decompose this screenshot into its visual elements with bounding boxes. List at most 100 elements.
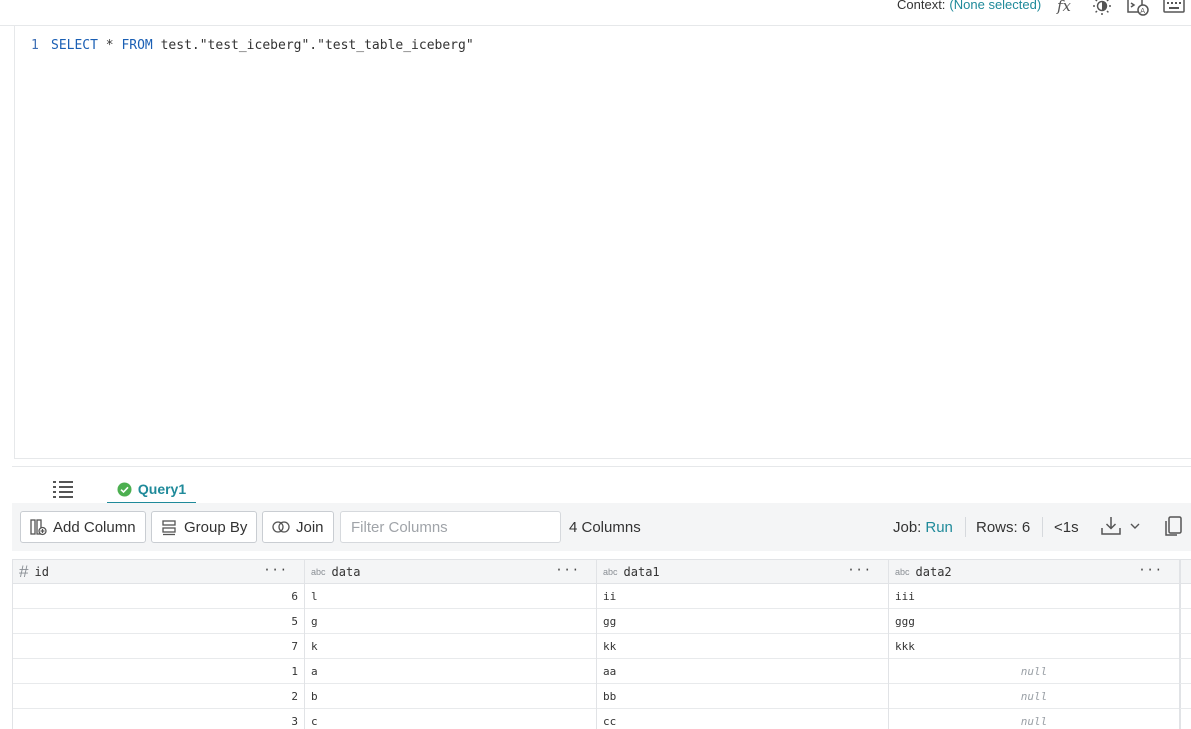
svg-text:A: A (1140, 7, 1145, 15)
add-column-button[interactable]: Add Column (20, 511, 146, 543)
null-value: null (1020, 715, 1048, 728)
rows-label: Rows: (976, 519, 1018, 536)
code-star: * (97, 38, 122, 53)
cell-value: g (311, 615, 318, 628)
cell-value: 6 (291, 590, 298, 603)
table-cell-data2[interactable]: kkk (888, 634, 1180, 659)
table-cell-data2[interactable]: null (888, 709, 1180, 729)
keyword-from: FROM (121, 38, 153, 53)
null-value: null (1020, 665, 1048, 678)
table-row[interactable]: 6 l ii iii (12, 584, 1191, 609)
table-cell-data1[interactable]: ii (596, 584, 888, 609)
copy-button[interactable] (1164, 515, 1184, 540)
join-label: Join (296, 518, 324, 536)
column-menu-icon[interactable]: ··· (1138, 563, 1163, 577)
cell-value: c (311, 715, 318, 728)
job-status: Job: Run (893, 519, 953, 536)
column-header-data1[interactable]: abc data1 ··· (596, 560, 888, 584)
cell-value: cc (603, 715, 617, 728)
context-bar: Context: (None selected) fx A (0, 0, 1191, 26)
panel-splitter[interactable] (12, 466, 1191, 467)
table-row[interactable]: 3 c cc null (12, 709, 1191, 729)
table-row[interactable]: 2 b bb null (12, 684, 1191, 709)
tab-query1[interactable]: Query1 (107, 476, 196, 504)
keyboard-icon[interactable] (1162, 0, 1186, 18)
text-type-icon: abc (895, 567, 910, 577)
cell-value: aa (603, 665, 617, 678)
context-selector[interactable]: Context: (None selected) (897, 0, 1041, 12)
cell-value: a (311, 665, 318, 678)
table-row[interactable]: 1 a aa null (12, 659, 1191, 684)
job-run-link[interactable]: Run (925, 519, 953, 536)
cell-value: ii (603, 590, 617, 603)
cell-value: b (311, 690, 318, 703)
cell-value: k (311, 640, 318, 653)
column-header-id[interactable]: # id ··· (12, 560, 304, 584)
join-button[interactable]: Join (262, 511, 334, 543)
cell-value: bb (603, 690, 617, 703)
cell-value: kkk (895, 640, 915, 653)
grid-gutter (1180, 584, 1191, 608)
table-cell-id[interactable]: 7 (12, 634, 304, 659)
cell-value: l (311, 590, 318, 603)
column-menu-icon[interactable]: ··· (847, 563, 872, 577)
column-header-label: data1 (623, 565, 660, 579)
results-tabs: Query1 (12, 476, 1191, 504)
table-cell-data[interactable]: g (304, 609, 596, 634)
context-label: Context: (897, 0, 946, 12)
table-row[interactable]: 5 g gg ggg (12, 609, 1191, 634)
grid-header-row: # id ··· abc data ··· abc data1 ··· abc … (12, 559, 1191, 584)
table-cell-id[interactable]: 1 (12, 659, 304, 684)
table-cell-id[interactable]: 6 (12, 584, 304, 609)
table-cell-id[interactable]: 5 (12, 609, 304, 634)
grid-body: 6 l ii iii 5 g gg ggg 7 k kk kkk 1 a aa null 2 b bb null 3 c c… (12, 584, 1191, 729)
grid-gutter (1180, 659, 1191, 683)
table-cell-data2[interactable]: null (888, 684, 1180, 709)
column-header-data2[interactable]: abc data2 ··· (888, 560, 1180, 584)
table-cell-data[interactable]: b (304, 684, 596, 709)
table-cell-data[interactable]: a (304, 659, 596, 684)
text-type-icon: abc (603, 567, 618, 577)
null-value: null (1020, 690, 1048, 703)
cell-value: 3 (291, 715, 298, 728)
column-header-label: id (34, 565, 49, 579)
numeric-type-icon: # (19, 562, 29, 581)
editor-actions: fx A (1054, 0, 1186, 18)
grid-gutter (1180, 709, 1191, 729)
column-header-label: data2 (915, 565, 952, 579)
grid-gutter (1180, 684, 1191, 708)
keyword-select: SELECT (51, 38, 98, 53)
table-cell-data1[interactable]: bb (596, 684, 888, 709)
table-cell-data1[interactable]: cc (596, 709, 888, 729)
table-cell-id[interactable]: 3 (12, 709, 304, 729)
download-menu[interactable] (1100, 515, 1140, 537)
code-line-1[interactable]: 1 SELECT * FROM test."test_iceberg"."test… (31, 38, 474, 53)
column-header-label: data (331, 565, 361, 579)
sql-editor[interactable]: 1 SELECT * FROM test."test_iceberg"."test… (14, 26, 1191, 459)
table-cell-data[interactable]: k (304, 634, 596, 659)
table-cell-data1[interactable]: kk (596, 634, 888, 659)
column-header-data[interactable]: abc data ··· (304, 560, 596, 584)
group-by-button[interactable]: Group By (151, 511, 258, 543)
code-table-ref: test."test_iceberg"."test_table_iceberg" (152, 38, 474, 53)
table-cell-data[interactable]: l (304, 584, 596, 609)
list-icon[interactable] (52, 480, 74, 501)
context-value[interactable]: (None selected) (949, 0, 1041, 12)
table-cell-data2[interactable]: null (888, 659, 1180, 684)
column-menu-icon[interactable]: ··· (263, 563, 288, 577)
column-menu-icon[interactable]: ··· (555, 563, 580, 577)
function-icon[interactable]: fx (1054, 0, 1078, 18)
cell-value: 5 (291, 615, 298, 628)
table-cell-data1[interactable]: gg (596, 609, 888, 634)
ai-assist-icon[interactable]: A (1126, 0, 1150, 18)
table-cell-data1[interactable]: aa (596, 659, 888, 684)
cell-value: ggg (895, 615, 915, 628)
grid-gutter (1180, 609, 1191, 633)
table-cell-data2[interactable]: ggg (888, 609, 1180, 634)
filter-columns-input[interactable] (340, 511, 561, 543)
table-row[interactable]: 7 k kk kkk (12, 634, 1191, 659)
theme-toggle-icon[interactable] (1090, 0, 1114, 18)
table-cell-id[interactable]: 2 (12, 684, 304, 709)
table-cell-data[interactable]: c (304, 709, 596, 729)
table-cell-data2[interactable]: iii (888, 584, 1180, 609)
